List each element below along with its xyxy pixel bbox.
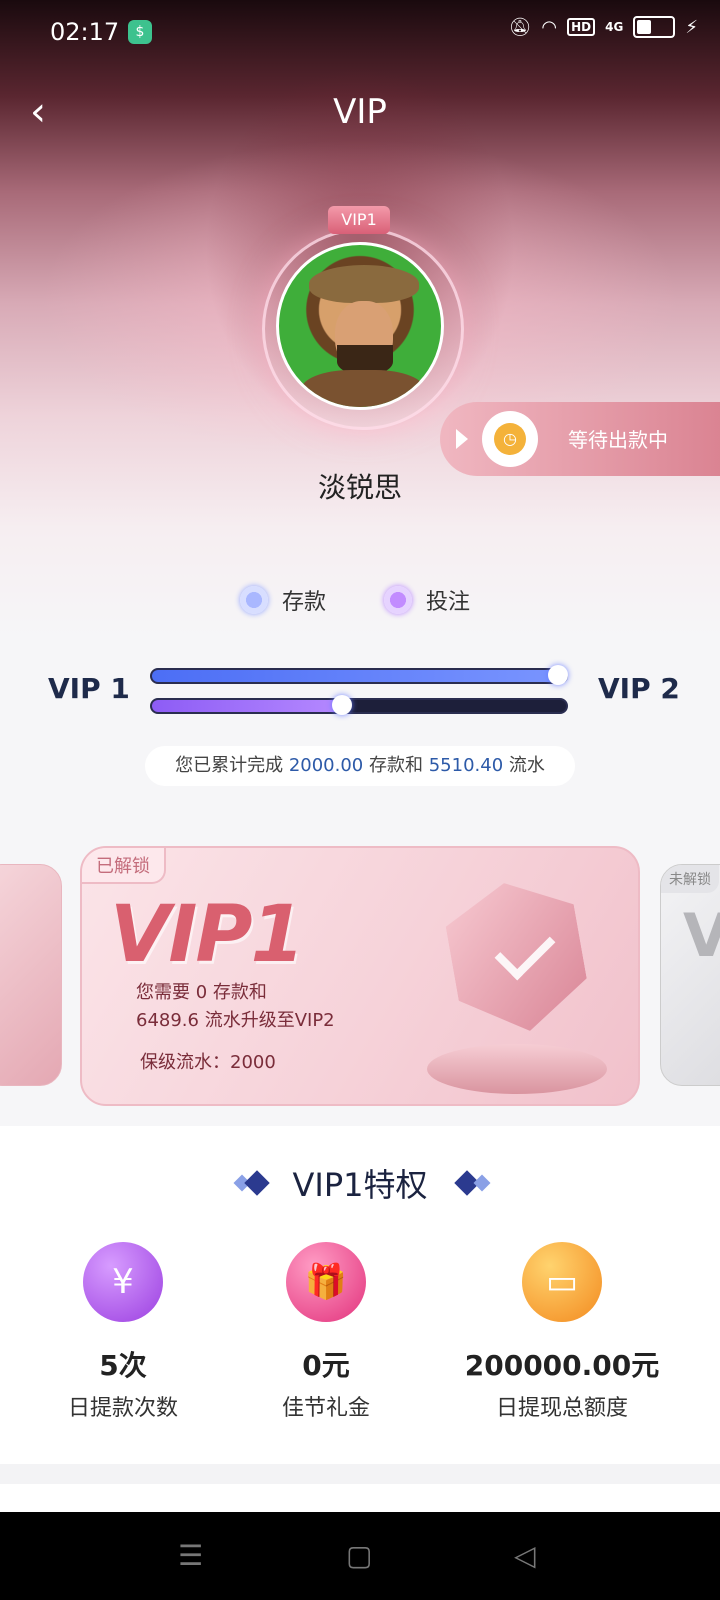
next-level-card[interactable]: 未解锁 V bbox=[660, 864, 720, 1086]
next-card-title: V bbox=[683, 901, 720, 971]
mute-icon: 🔕︎ bbox=[508, 16, 532, 38]
wager-progress-bar bbox=[150, 695, 568, 715]
payout-status-pill[interactable]: ◷ 等待出款中 bbox=[440, 402, 720, 476]
prev-level-card[interactable] bbox=[0, 864, 62, 1086]
money-bag-icon: ¥ bbox=[83, 1242, 163, 1322]
privilege-value: 200000.00元 bbox=[464, 1349, 660, 1382]
wifi-icon: ◠ bbox=[541, 16, 558, 38]
wager-progress-fill bbox=[152, 700, 343, 712]
avatar-hat bbox=[309, 265, 419, 303]
clock-icon-wrap: ◷ bbox=[482, 411, 538, 467]
status-time: 02:17 bbox=[50, 18, 120, 46]
deposit-progress-fill bbox=[152, 670, 566, 682]
gift-icon: 🎁 bbox=[286, 1242, 366, 1322]
legend-wager-label: 投注 bbox=[426, 590, 471, 615]
privilege-withdraw-count: ¥ 5次 日提款次数 bbox=[8, 1242, 238, 1422]
next-section-edge bbox=[0, 1484, 720, 1512]
legend-deposit-label: 存款 bbox=[282, 590, 327, 615]
summary-middle: 存款和 bbox=[369, 755, 423, 776]
deposit-progress-knob bbox=[547, 665, 568, 685]
deposit-progress-bar bbox=[150, 665, 568, 685]
current-level-label: VIP 1 bbox=[48, 672, 130, 705]
play-arrow-icon bbox=[456, 429, 468, 449]
back-nav-icon[interactable]: ◁ bbox=[514, 1542, 536, 1570]
vip-level-card[interactable]: 已解锁 VIP1 您需要 0 存款和 6489.6 流水升级至VIP2 保级流水… bbox=[80, 846, 640, 1106]
privilege-value: 5次 bbox=[99, 1349, 147, 1382]
charging-icon: ⚡︎ bbox=[685, 16, 698, 38]
card-requirement-line1: 您需要 0 存款和 bbox=[136, 982, 267, 1003]
privilege-label: 佳节礼金 bbox=[281, 1396, 370, 1421]
status-icons: 🔕︎ ◠ HD 4G ⚡︎ bbox=[509, 16, 698, 38]
signal-icon: 4G bbox=[605, 20, 624, 34]
next-card-lock-tag: 未解锁 bbox=[661, 865, 719, 893]
card-title: VIP1 bbox=[110, 890, 305, 980]
legend-deposit: 存款 bbox=[240, 584, 326, 616]
home-icon[interactable]: ▢ bbox=[346, 1542, 372, 1570]
privileges-title: VIP1特权 bbox=[292, 1166, 428, 1204]
menu-icon[interactable]: ☰ bbox=[178, 1542, 203, 1570]
legend-wager: 投注 bbox=[384, 584, 470, 616]
wager-progress-knob bbox=[332, 695, 353, 715]
next-level-label: VIP 2 bbox=[598, 672, 680, 705]
avatar-coat bbox=[301, 370, 425, 407]
privileges-section: VIP1特权 ¥ 5次 日提款次数 🎁 0元 佳节礼金 ▭ 200000.00元… bbox=[0, 1126, 720, 1464]
clock-icon: ◷ bbox=[494, 423, 526, 455]
progress-summary: 您已累计完成 2000.00 存款和 5510.40 流水 bbox=[145, 746, 575, 786]
system-nav-bar: ☰ ▢ ◁ bbox=[0, 1512, 720, 1600]
hd-icon: HD bbox=[567, 18, 596, 36]
page-title: VIP bbox=[333, 92, 387, 132]
card-icon: ▭ bbox=[522, 1242, 602, 1322]
privilege-value: 0元 bbox=[302, 1349, 350, 1382]
vip-level-badge: VIP1 bbox=[328, 206, 390, 234]
privilege-holiday-bonus: 🎁 0元 佳节礼金 bbox=[211, 1242, 441, 1422]
shield-icon: $ bbox=[128, 20, 152, 44]
battery-icon bbox=[633, 16, 676, 38]
avatar[interactable] bbox=[276, 242, 444, 410]
status-bar: 02:17 $ 🔕︎ ◠ HD 4G ⚡︎ bbox=[0, 0, 720, 64]
privilege-daily-limit: ▭ 200000.00元 日提现总额度 bbox=[447, 1242, 677, 1422]
card-requirement-line2: 6489.6 流水升级至VIP2 bbox=[136, 1010, 335, 1031]
username: 淡锐思 bbox=[317, 471, 402, 504]
card-retain-wager: 保级流水：2000 bbox=[140, 1052, 276, 1073]
summary-prefix: 您已累计完成 bbox=[175, 755, 284, 776]
emblem-pedestal bbox=[427, 1044, 607, 1094]
card-unlock-tag: 已解锁 bbox=[82, 848, 166, 884]
privilege-label: 日提现总额度 bbox=[495, 1396, 628, 1421]
summary-suffix: 流水 bbox=[508, 755, 545, 776]
payout-status-text: 等待出款中 bbox=[568, 428, 668, 452]
privilege-label: 日提款次数 bbox=[67, 1396, 178, 1421]
deposit-dot-icon bbox=[240, 586, 268, 614]
section-divider bbox=[0, 1464, 720, 1484]
summary-deposit-amount: 2000.00 bbox=[288, 755, 364, 776]
summary-wager-amount: 5510.40 bbox=[428, 755, 504, 776]
wager-dot-icon bbox=[384, 586, 412, 614]
